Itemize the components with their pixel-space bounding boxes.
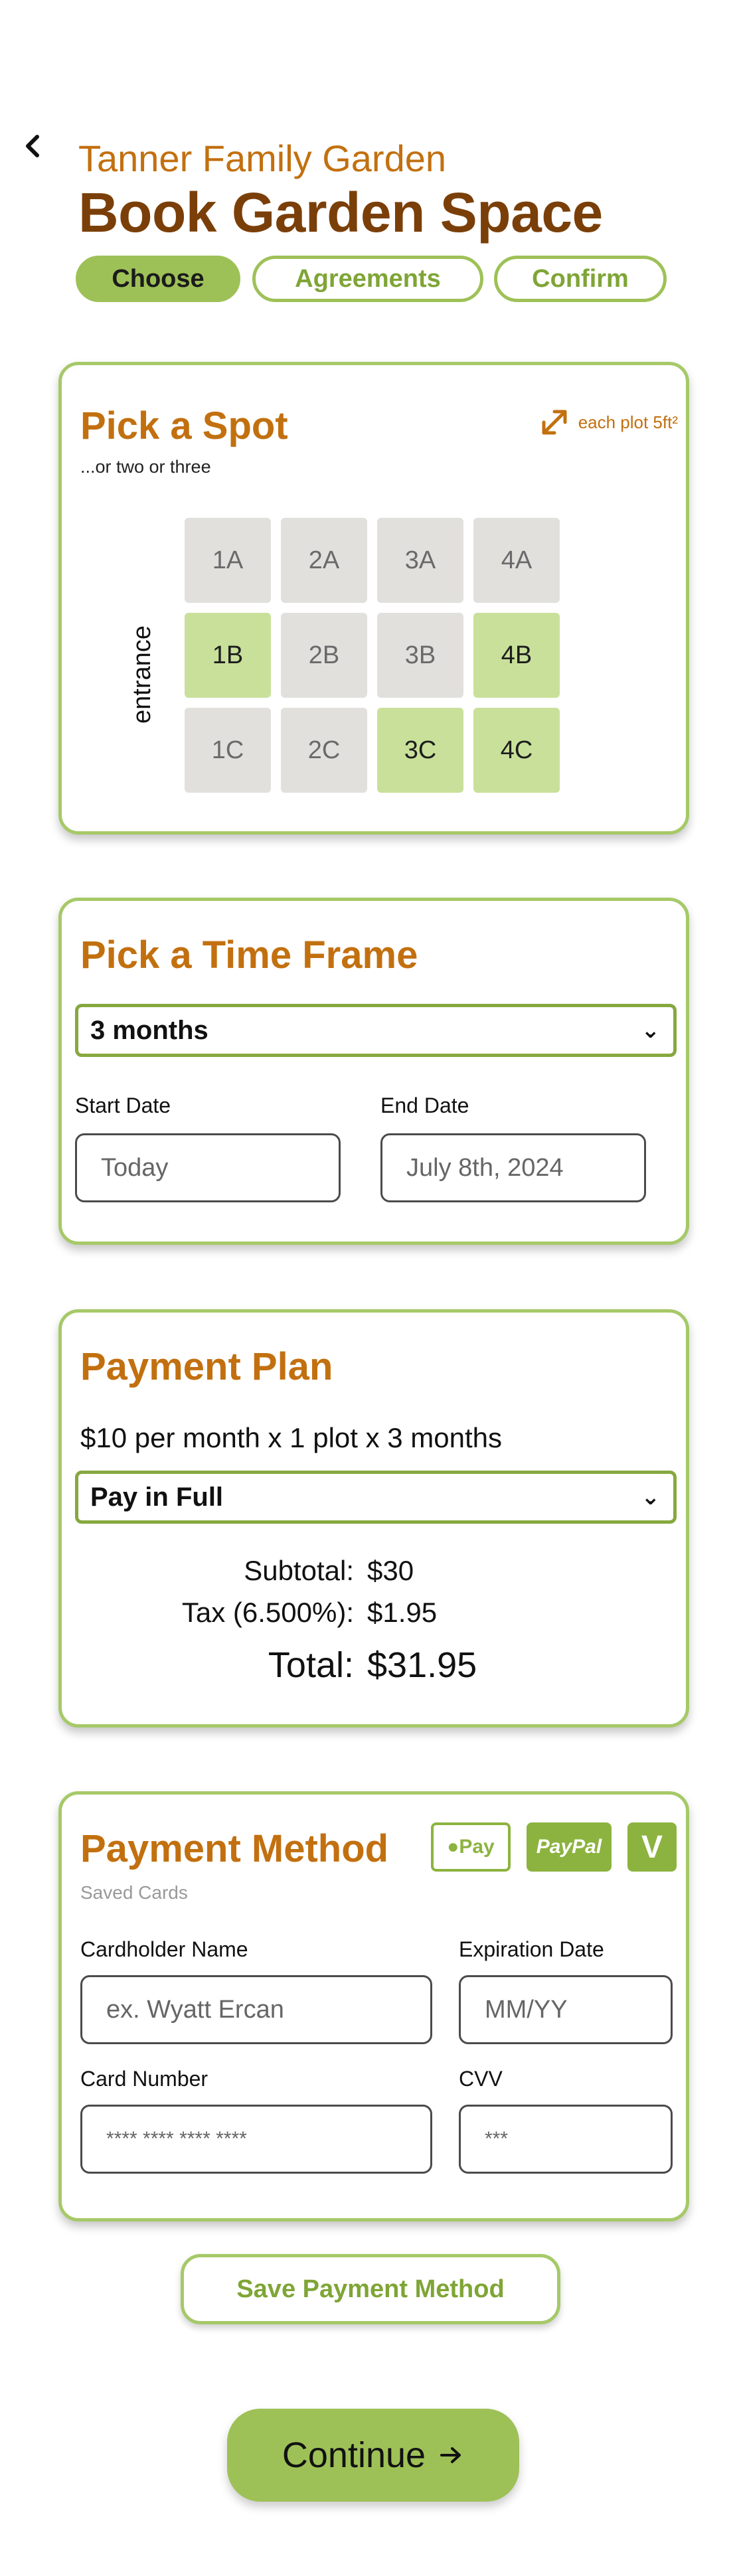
plot-cell[interactable]: 2B — [281, 613, 367, 698]
end-date-field[interactable]: July 8th, 2024 — [380, 1133, 646, 1202]
venmo-button[interactable]: V — [627, 1822, 677, 1872]
plot-cell[interactable]: 1A — [185, 518, 271, 603]
time-frame-title: Pick a Time Frame — [80, 933, 418, 977]
cardholder-input[interactable]: ex. Wyatt Ercan — [80, 1975, 432, 2044]
plot-grid: 1A 2A 3A 4A 1B 2B 3B 4B 1C 2C 3C 4C — [185, 518, 560, 793]
payment-method-title: Payment Method — [80, 1827, 389, 1870]
arrow-right-icon — [440, 2447, 461, 2463]
garden-name: Tanner Family Garden — [78, 137, 447, 179]
pick-spot-subtitle: ...or two or three — [80, 457, 211, 477]
save-payment-method-button[interactable]: Save Payment Method — [181, 2254, 560, 2324]
apple-pay-button[interactable]: ● Pay — [431, 1822, 511, 1872]
plot-cell[interactable]: 4A — [473, 518, 560, 603]
cardholder-label: Cardholder Name — [80, 1937, 248, 1961]
card-number-label: Card Number — [80, 2067, 208, 2091]
plot-cell[interactable]: 3A — [377, 518, 463, 603]
payment-method-card: Payment Method Saved Cards ● Pay PayPal V… — [58, 1791, 689, 2221]
apple-logo-icon: ● — [447, 1836, 459, 1858]
payment-plan-card: Payment Plan $10 per month x 1 plot x 3 … — [58, 1309, 689, 1728]
plot-size-text: each plot 5ft² — [578, 412, 678, 432]
total-label: Total: — [268, 1645, 354, 1685]
pick-spot-card: Pick a Spot ...or two or three each plot… — [58, 362, 689, 835]
back-button[interactable] — [20, 133, 46, 159]
card-number-input[interactable]: **** **** **** **** — [80, 2105, 432, 2174]
entrance-marker: entrance — [128, 591, 168, 724]
continue-button[interactable]: Continue — [227, 2409, 519, 2502]
subtotal-value: $30 — [367, 1555, 414, 1586]
time-frame-card: Pick a Time Frame 3 months ⌄ Start Date … — [58, 898, 689, 1245]
plot-cell[interactable]: 4C — [473, 708, 560, 793]
plot-cell[interactable]: 2A — [281, 518, 367, 603]
expiration-input[interactable]: MM/YY — [459, 1975, 673, 2044]
entrance-label: entrance — [128, 625, 156, 724]
payment-option-select[interactable]: Pay in Full ⌄ — [75, 1471, 677, 1524]
payment-option-value: Pay in Full — [90, 1482, 224, 1512]
continue-label: Continue — [282, 2435, 426, 2475]
end-date-label: End Date — [380, 1093, 469, 1117]
tax-value: $1.95 — [367, 1597, 438, 1628]
step-agreements[interactable]: Agreements — [252, 256, 483, 302]
paypal-button[interactable]: PayPal — [527, 1822, 612, 1872]
chevron-down-icon: ⌄ — [641, 1485, 661, 1510]
plan-description: $10 per month x 1 plot x 3 months — [80, 1422, 503, 1453]
total-value: $31.95 — [367, 1645, 477, 1685]
chevron-down-icon: ⌄ — [641, 1018, 661, 1043]
plot-cell[interactable]: 3B — [377, 613, 463, 698]
cvv-input[interactable]: *** — [459, 2105, 673, 2174]
plot-cell[interactable]: 1C — [185, 708, 271, 793]
step-choose[interactable]: Choose — [76, 256, 240, 302]
step-confirm[interactable]: Confirm — [494, 256, 667, 302]
tax-row: Tax (6.500%): $1.95 — [128, 1597, 437, 1629]
subtotal-row: Subtotal: $30 — [128, 1555, 414, 1587]
chevron-left-icon — [26, 135, 39, 157]
plot-cell[interactable]: 1B — [185, 613, 271, 698]
plot-size-note: each plot 5ft² — [538, 406, 678, 438]
pick-spot-title: Pick a Spot — [80, 404, 288, 447]
plot-cell[interactable]: 4B — [473, 613, 560, 698]
duration-value: 3 months — [90, 1015, 208, 1045]
total-row: Total: $31.95 — [128, 1645, 477, 1686]
subtotal-label: Subtotal: — [244, 1555, 354, 1586]
expiration-label: Expiration Date — [459, 1937, 604, 1961]
payment-plan-title: Payment Plan — [80, 1345, 333, 1388]
cvv-label: CVV — [459, 2067, 503, 2091]
page-title: Book Garden Space — [78, 181, 603, 244]
duration-select[interactable]: 3 months ⌄ — [75, 1004, 677, 1057]
tax-label: Tax (6.500%): — [181, 1597, 354, 1628]
start-date-label: Start Date — [75, 1093, 171, 1117]
plot-cell[interactable]: 3C — [377, 708, 463, 793]
plot-cell[interactable]: 2C — [281, 708, 367, 793]
start-date-field[interactable]: Today — [75, 1133, 341, 1202]
saved-cards-link[interactable]: Saved Cards — [80, 1882, 188, 1903]
expand-arrows-icon — [542, 410, 567, 435]
